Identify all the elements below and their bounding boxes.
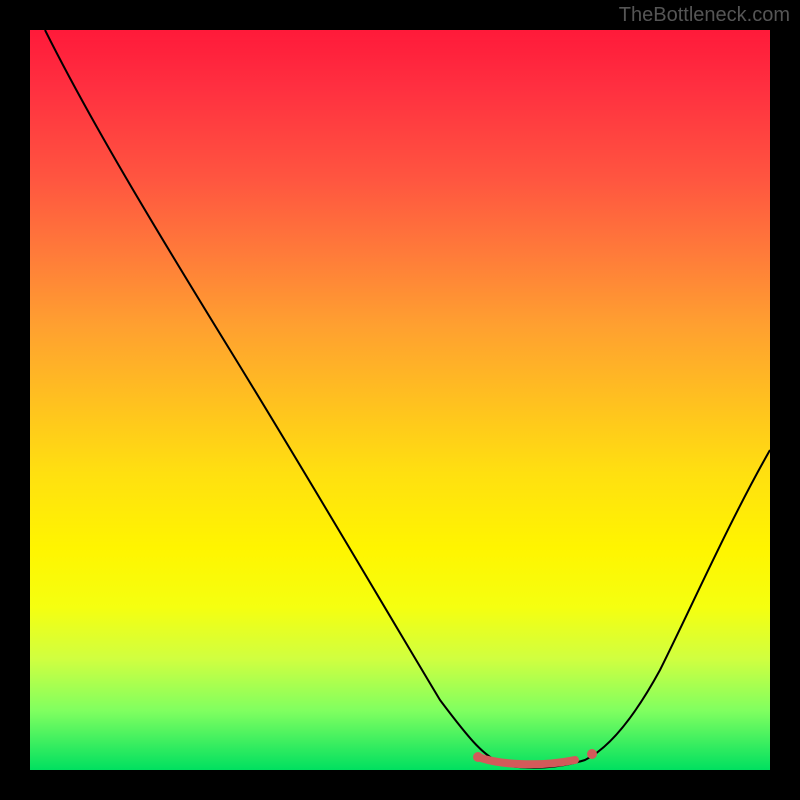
bottleneck-curve-line bbox=[45, 30, 770, 768]
chart-plot-area bbox=[30, 30, 770, 770]
watermark-text: TheBottleneck.com bbox=[619, 4, 790, 27]
optimal-end-dot bbox=[587, 749, 597, 759]
optimal-start-dot bbox=[473, 752, 483, 762]
chart-svg bbox=[30, 30, 770, 770]
optimal-range-marker bbox=[478, 757, 575, 764]
